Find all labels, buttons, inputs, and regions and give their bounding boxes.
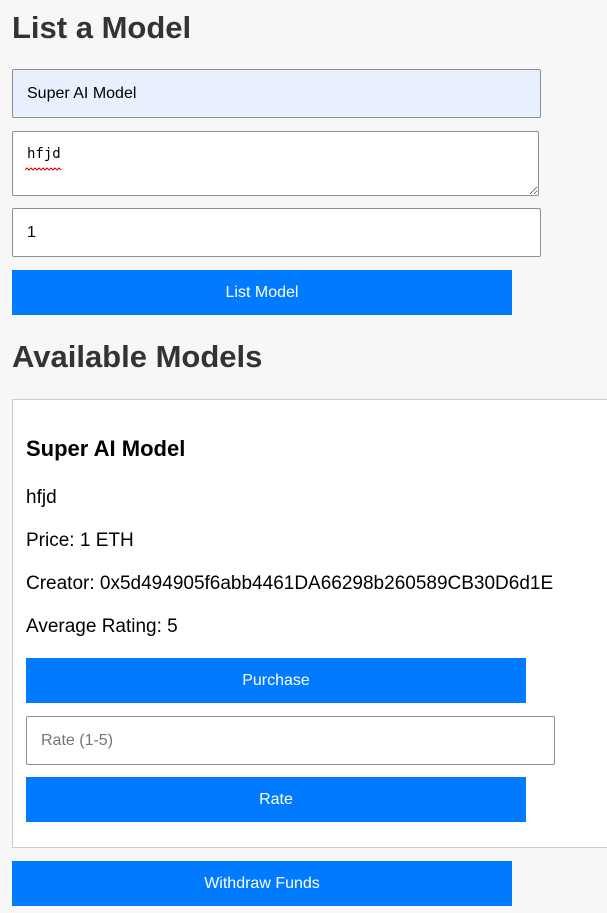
model-name-input[interactable]	[12, 69, 541, 118]
purchase-button[interactable]: Purchase	[26, 658, 526, 703]
available-models-heading: Available Models	[12, 339, 263, 374]
model-card: Super AI Model hfjd Price: 1 ETH Creator…	[12, 399, 607, 848]
withdraw-funds-button[interactable]: Withdraw Funds	[12, 861, 512, 906]
model-card-rating: Average Rating: 5	[26, 616, 178, 637]
model-card-description: hfjd	[26, 487, 57, 508]
rate-button[interactable]: Rate	[26, 777, 526, 822]
model-card-price: Price: 1 ETH	[26, 530, 134, 551]
model-price-input[interactable]	[12, 208, 541, 257]
model-description-textarea[interactable]: hfjd	[12, 131, 539, 196]
page: List a Model hfjd List Model Available M…	[0, 0, 607, 913]
model-card-creator: Creator: 0x5d494905f6abb4461DA66298b2605…	[26, 573, 554, 594]
list-model-heading: List a Model	[12, 10, 192, 45]
list-model-button[interactable]: List Model	[12, 270, 512, 315]
model-card-title: Super AI Model	[26, 436, 186, 461]
rate-input[interactable]	[26, 716, 555, 765]
